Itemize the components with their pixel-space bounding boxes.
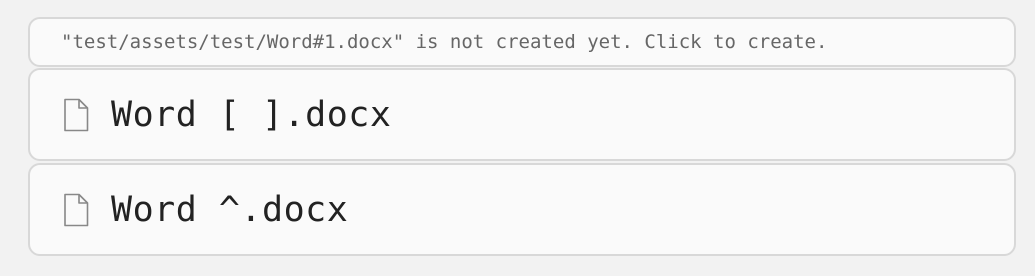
file-item-word-brackets[interactable]: Word [ ].docx — [28, 68, 1016, 161]
create-file-notice[interactable]: "test/assets/test/Word#1.docx" is not cr… — [28, 17, 1016, 67]
file-item-word-caret[interactable]: Word ^.docx — [28, 163, 1016, 256]
file-icon — [63, 193, 89, 227]
file-name: Word [ ].docx — [111, 94, 392, 135]
file-list: "test/assets/test/Word#1.docx" is not cr… — [0, 0, 1035, 276]
file-name: Word ^.docx — [111, 189, 349, 230]
file-icon — [63, 98, 89, 132]
create-file-notice-text: "test/assets/test/Word#1.docx" is not cr… — [61, 31, 828, 53]
